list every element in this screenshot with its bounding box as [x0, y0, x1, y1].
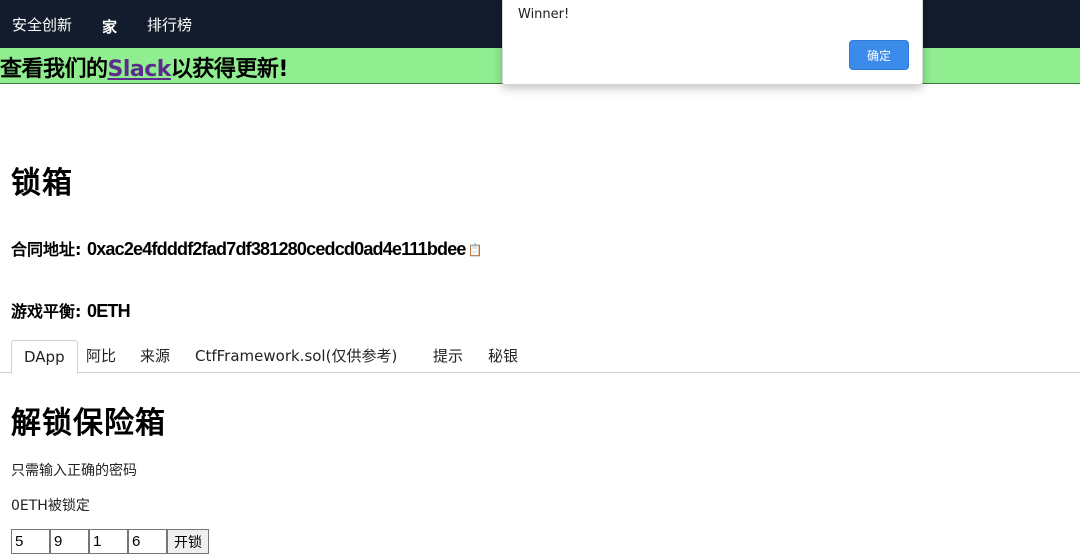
banner-suffix: 以获得更新!	[170, 57, 289, 82]
tab-dapp[interactable]: DApp	[11, 340, 78, 374]
contract-address-label: 合同地址:	[11, 240, 82, 259]
nav-leaderboard-link[interactable]: 排行榜	[147, 14, 192, 35]
banner-text: 查看我们的Slack以获得更新!	[0, 51, 288, 83]
tab-bar: DApp 阿比 来源 CtfFramework.sol(仅供参考) 提示 秘银	[0, 340, 1080, 374]
alert-message: Winner!	[518, 7, 570, 22]
banner-prefix: 查看我们的	[0, 57, 108, 82]
contract-address-value: 0xac2e4fdddf2fad7df381280cedcd0ad4e111bd…	[86, 239, 466, 259]
game-balance-row: 游戏平衡: 0ETH	[11, 298, 131, 322]
code-entry-row: 开锁	[11, 529, 209, 554]
page-title: 锁箱	[11, 166, 73, 201]
game-balance-value: 0ETH	[86, 301, 131, 321]
contract-address-row: 合同地址: 0xac2e4fdddf2fad7df381280cedcd0ad4…	[11, 236, 483, 260]
game-balance-label: 游戏平衡:	[11, 302, 82, 321]
unlock-button[interactable]: 开锁	[167, 529, 209, 554]
nav-home-link[interactable]: 家	[102, 16, 117, 37]
code-digit-3-input[interactable]	[89, 529, 128, 554]
unlock-safe-heading: 解锁保险箱	[11, 406, 166, 441]
locked-amount-text: 0ETH被锁定	[11, 498, 90, 514]
alert-dialog: Winner! 确定	[502, 0, 923, 85]
slack-link[interactable]: Slack	[108, 57, 172, 82]
tab-source[interactable]: 来源	[128, 340, 182, 373]
tab-ctfframework[interactable]: CtfFramework.sol(仅供参考)	[183, 340, 409, 373]
nav-brand-link[interactable]: 安全创新	[12, 14, 72, 35]
code-digit-2-input[interactable]	[50, 529, 89, 554]
tab-hints[interactable]: 提示	[421, 340, 475, 373]
description-text: 只需输入正确的密码	[11, 463, 137, 479]
code-digit-1-input[interactable]	[11, 529, 50, 554]
copy-icon[interactable]: 📋	[468, 243, 483, 257]
tab-abi[interactable]: 阿比	[74, 340, 128, 373]
tab-mithril[interactable]: 秘银	[476, 340, 530, 373]
code-digit-4-input[interactable]	[128, 529, 167, 554]
alert-ok-button[interactable]: 确定	[849, 40, 909, 70]
